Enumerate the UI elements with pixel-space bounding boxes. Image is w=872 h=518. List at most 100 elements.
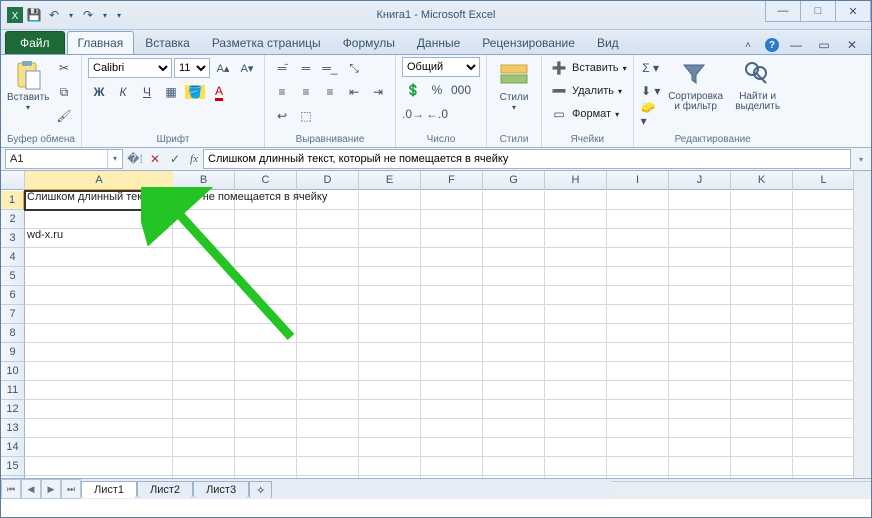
find-select-button[interactable]: Найти и выделить xyxy=(730,57,786,112)
cell[interactable] xyxy=(545,343,607,362)
tab-formulas[interactable]: Формулы xyxy=(332,31,406,54)
font-size-select[interactable]: 11 xyxy=(174,58,210,78)
cell[interactable] xyxy=(235,438,297,457)
cell[interactable] xyxy=(545,305,607,324)
comma-format-icon[interactable]: 000 xyxy=(450,79,472,101)
undo-dropdown-icon[interactable]: ▾ xyxy=(65,4,77,26)
cell[interactable] xyxy=(607,248,669,267)
cell[interactable] xyxy=(731,438,793,457)
cell[interactable] xyxy=(669,305,731,324)
cell[interactable] xyxy=(793,400,855,419)
cell[interactable] xyxy=(421,229,483,248)
tab-insert[interactable]: Вставка xyxy=(134,31,201,54)
cell[interactable] xyxy=(173,343,235,362)
cell[interactable] xyxy=(731,457,793,476)
cell[interactable] xyxy=(297,438,359,457)
decrease-decimal-icon[interactable]: ←.0 xyxy=(426,103,448,125)
cell[interactable] xyxy=(793,381,855,400)
cell[interactable] xyxy=(173,267,235,286)
cell[interactable] xyxy=(421,286,483,305)
cell[interactable] xyxy=(235,362,297,381)
cell[interactable] xyxy=(793,229,855,248)
cell[interactable] xyxy=(545,324,607,343)
cell[interactable] xyxy=(421,343,483,362)
cell[interactable] xyxy=(25,343,173,362)
cell[interactable] xyxy=(545,457,607,476)
redo-icon[interactable]: ↷ xyxy=(79,6,97,24)
cell[interactable] xyxy=(793,248,855,267)
cell[interactable] xyxy=(483,362,545,381)
cell[interactable] xyxy=(297,457,359,476)
sheet-tab-1[interactable]: Лист1 xyxy=(81,481,137,498)
accounting-format-icon[interactable]: 💲 xyxy=(402,79,424,101)
cell[interactable] xyxy=(25,419,173,438)
cell[interactable] xyxy=(173,438,235,457)
doc-minimize-icon[interactable]: — xyxy=(785,34,807,56)
cell[interactable] xyxy=(545,267,607,286)
cell[interactable] xyxy=(25,381,173,400)
font-color-icon[interactable]: A xyxy=(208,81,230,103)
cell[interactable] xyxy=(545,191,607,210)
cell[interactable] xyxy=(421,210,483,229)
row-header[interactable]: 12 xyxy=(1,400,25,419)
cell[interactable] xyxy=(669,210,731,229)
cell[interactable] xyxy=(421,419,483,438)
cell[interactable] xyxy=(731,267,793,286)
cell[interactable] xyxy=(731,419,793,438)
cell[interactable] xyxy=(235,229,297,248)
cell[interactable] xyxy=(731,400,793,419)
cell[interactable] xyxy=(359,210,421,229)
align-left-icon[interactable]: ≡ xyxy=(271,81,293,103)
cell[interactable] xyxy=(235,400,297,419)
cell[interactable] xyxy=(421,248,483,267)
cell[interactable] xyxy=(731,381,793,400)
align-bottom-icon[interactable]: ═_ xyxy=(319,57,341,79)
cell[interactable] xyxy=(173,210,235,229)
formula-expand-icon[interactable]: �⁞ xyxy=(125,150,145,168)
cell[interactable] xyxy=(359,457,421,476)
cell[interactable] xyxy=(669,457,731,476)
cell[interactable] xyxy=(607,229,669,248)
sort-filter-button[interactable]: Сортировка и фильтр xyxy=(666,57,726,112)
cell[interactable] xyxy=(545,381,607,400)
cell[interactable] xyxy=(483,191,545,210)
name-box-dropdown-icon[interactable]: ▾ xyxy=(107,150,122,168)
cell[interactable] xyxy=(235,286,297,305)
cell[interactable] xyxy=(731,305,793,324)
cell[interactable] xyxy=(421,324,483,343)
cell[interactable] xyxy=(793,419,855,438)
row-header[interactable]: 3 xyxy=(1,229,25,248)
cell[interactable] xyxy=(359,400,421,419)
cell[interactable] xyxy=(607,362,669,381)
cell[interactable] xyxy=(669,191,731,210)
horizontal-scrollbar[interactable] xyxy=(611,481,871,499)
cell[interactable] xyxy=(483,305,545,324)
cell[interactable] xyxy=(669,229,731,248)
number-format-select[interactable]: Общий xyxy=(402,57,480,77)
grow-font-icon[interactable]: A▴ xyxy=(212,57,234,79)
cell[interactable] xyxy=(297,343,359,362)
cell[interactable] xyxy=(545,248,607,267)
row-header[interactable]: 15 xyxy=(1,457,25,476)
cell[interactable] xyxy=(483,229,545,248)
cell[interactable] xyxy=(359,229,421,248)
align-top-icon[interactable]: ═̄ xyxy=(271,57,293,79)
cell[interactable] xyxy=(607,419,669,438)
delete-cells-icon[interactable]: ➖ xyxy=(548,80,570,102)
maximize-button[interactable]: □ xyxy=(800,1,836,22)
cell[interactable] xyxy=(173,419,235,438)
cell[interactable] xyxy=(235,381,297,400)
underline-icon[interactable]: Ч xyxy=(136,81,158,103)
cell[interactable] xyxy=(25,286,173,305)
cell[interactable] xyxy=(607,286,669,305)
cell[interactable] xyxy=(297,210,359,229)
column-header[interactable]: A xyxy=(25,171,174,191)
cell[interactable] xyxy=(235,419,297,438)
cell[interactable] xyxy=(793,343,855,362)
cell[interactable] xyxy=(483,438,545,457)
cell[interactable] xyxy=(483,286,545,305)
cell[interactable] xyxy=(25,457,173,476)
cell[interactable] xyxy=(235,267,297,286)
column-header[interactable]: H xyxy=(545,171,607,190)
align-center-icon[interactable]: ≡ xyxy=(295,81,317,103)
